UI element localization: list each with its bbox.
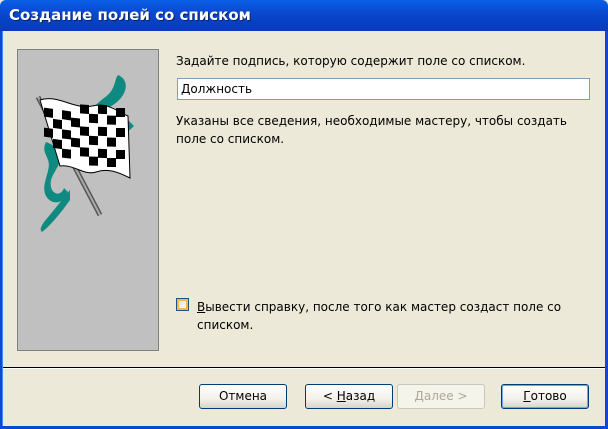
window-title: Создание полей со списком (9, 6, 251, 24)
next-button[interactable]: Далее > (397, 384, 485, 409)
caption-prompt: Задайте подпись, которую содержит поле с… (176, 54, 526, 68)
wizard-dialog: Создание полей со списком Задайте подпис… (0, 0, 608, 429)
show-help-checkbox[interactable] (176, 298, 189, 311)
next-accel: Д (414, 389, 424, 403)
window-frame-left (0, 31, 3, 429)
button-separator (3, 367, 605, 369)
title-bar[interactable]: Создание полей со списком (0, 0, 608, 31)
back-button[interactable]: < Назад (305, 384, 393, 409)
finish-label: отово (530, 389, 567, 403)
info-text: Указаны все сведения, необходимые мастер… (176, 114, 567, 146)
finish-button[interactable]: Готово (501, 384, 589, 409)
back-prefix: < (322, 389, 337, 403)
checkered-flag-icon (35, 75, 134, 232)
show-help-label[interactable]: Вывести справку, после того как мастер с… (197, 298, 597, 334)
show-help-accel: В (197, 300, 206, 314)
back-accel: Н (336, 389, 346, 403)
next-label: алее > (423, 389, 468, 403)
finish-accel: Г (523, 389, 531, 403)
cancel-button[interactable]: Отмена (199, 384, 287, 409)
wizard-illustration (17, 49, 159, 351)
caption-input[interactable] (177, 78, 590, 100)
back-label: азад (345, 389, 376, 403)
show-help-label-text: ывести справку, после того как мастер со… (197, 300, 562, 332)
